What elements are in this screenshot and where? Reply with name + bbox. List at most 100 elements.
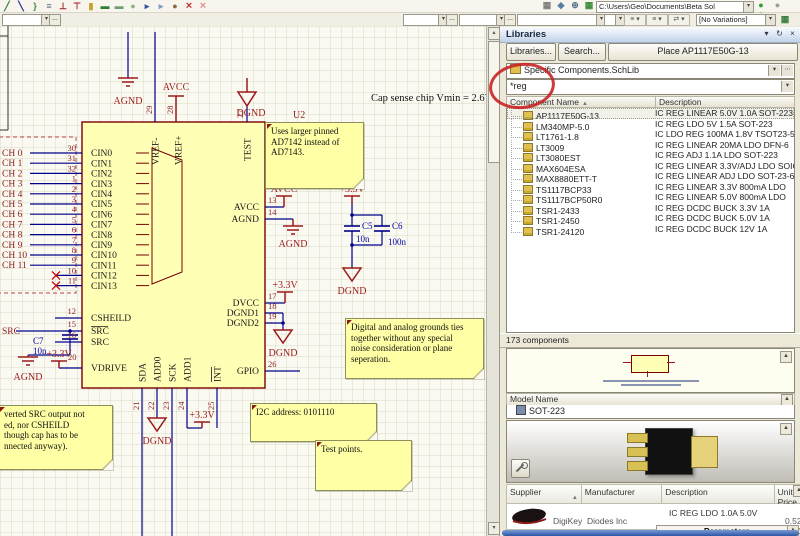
preview-caption-lines xyxy=(603,378,699,388)
component-row[interactable]: TSR1-24120IC REG DCDC BUCK 12V 1A xyxy=(507,224,794,235)
column-header-description[interactable]: Description xyxy=(656,96,795,108)
component-row[interactable]: LT1761-1.8IC LDO REG 100MA 1.8V TSOT23-5 xyxy=(507,129,794,140)
preview-settings-button[interactable] xyxy=(511,459,530,478)
sot223-pin xyxy=(627,433,648,443)
align-menu-button[interactable]: ≡ ▾ xyxy=(624,14,646,26)
pause-icon[interactable]: ● xyxy=(771,0,785,11)
component-row[interactable]: TS1117BCP50R0IC REG LINEAR 5.0V 800mA LD… xyxy=(507,192,794,203)
pin-text: 32 xyxy=(68,163,77,173)
avcc-power-port-right[interactable] xyxy=(276,196,292,207)
no-erc-tool-icon[interactable]: × xyxy=(182,1,196,12)
component-row[interactable]: MAX8880ETT-TIC REG LINEAR ADJ LDO SOT-23… xyxy=(507,171,794,182)
agnd-ground-symbol-top[interactable] xyxy=(118,78,138,86)
component-description: IC REG DCDC BUCK 5.0V 1A xyxy=(655,213,770,224)
harness-connector-tool-icon[interactable]: ● xyxy=(126,1,140,12)
variant-manager-icon[interactable]: ▦ xyxy=(778,14,792,25)
component-list[interactable]: AP1117E50G-13IC REG LINEAR 5.0V 1.0A SOT… xyxy=(506,108,795,333)
agnd-ground-symbol-c7[interactable] xyxy=(18,355,38,365)
column-header-manufacturer[interactable]: Manufacturer xyxy=(582,484,662,504)
component-row[interactable]: MAX604ESAIC REG LINEAR 3.3V/ADJ LDO SOIC… xyxy=(507,161,794,172)
format-combobox-3[interactable]: ▾ xyxy=(459,14,507,26)
footprint-preview[interactable]: ▲ xyxy=(506,420,795,483)
power-port-tool-icon[interactable]: ⊥ xyxy=(56,1,70,12)
wire-tool-icon[interactable]: ╱ xyxy=(0,1,14,12)
column-header-desc[interactable]: Description xyxy=(662,484,774,504)
grid-setup-icon[interactable]: ▦ xyxy=(582,0,596,11)
scroll-up-icon[interactable]: ▲ xyxy=(780,351,792,363)
dgnd-ground-symbol-top[interactable] xyxy=(238,78,256,106)
symbol-preview[interactable]: ▲ xyxy=(506,348,795,393)
more-options-icon[interactable]: ⋯ xyxy=(781,65,793,76)
note-i2c-address[interactable]: I2C address: 0101110 xyxy=(250,403,377,442)
schematic-canvas[interactable]: 30CIN0CH 031CIN1CH 132CIN2CH 21CIN3CH 32… xyxy=(0,26,486,536)
component-row[interactable]: TSR1-2433IC REG DCDC BUCK 3.3V 1A xyxy=(507,203,794,214)
channel-net-label: CH 7 xyxy=(2,220,23,230)
note-test-points[interactable]: Test points. xyxy=(315,440,412,491)
chevron-down-icon[interactable]: ▾ xyxy=(768,65,780,76)
component-row[interactable]: LM340MP-5.0IC REG LDO 5V 1.5A SOT-223 xyxy=(507,119,794,130)
cross-probe-icon[interactable]: ◆ xyxy=(554,0,568,11)
format-combobox-5[interactable]: ▾ xyxy=(604,14,626,26)
format-combobox-1[interactable]: ▾ xyxy=(2,14,52,26)
scroll-up-icon[interactable]: ▲ xyxy=(780,423,792,435)
signal-harness-tool-icon[interactable]: } xyxy=(28,1,42,12)
component-row[interactable]: LT3009IC REG LINEAR 20MA LDO DFN-6 xyxy=(507,140,794,151)
note-grounds[interactable]: Digital and analog grounds ties together… xyxy=(345,318,484,379)
chip-designator[interactable]: U2 xyxy=(293,110,305,121)
libraries-button[interactable]: Libraries... xyxy=(506,43,556,61)
v33-power-port-dvcc[interactable] xyxy=(277,292,293,303)
channel-net-label: CH 4 xyxy=(2,190,23,200)
no-erc-specific-tool-icon[interactable]: × xyxy=(196,1,210,12)
src-net-label[interactable]: SRC xyxy=(2,327,20,337)
sheet-entry-tool-icon[interactable]: ▸ xyxy=(140,1,154,12)
component-row[interactable]: TSR1-2450IC REG DCDC BUCK 5.0V 1A xyxy=(507,213,794,224)
pin-number: 16 xyxy=(68,330,77,340)
device-sheet-tool-icon[interactable]: ▬ xyxy=(112,1,126,12)
note-pin-variant[interactable]: Uses larger pinned AD7142 instead of AD7… xyxy=(265,122,364,189)
panel-menu-icon[interactable]: ▾ xyxy=(760,28,773,40)
scroll-up-icon[interactable]: ▲ xyxy=(793,485,800,497)
component-row[interactable]: AP1117E50G-13IC REG LINEAR 5.0V 1.0A SOT… xyxy=(507,108,794,119)
spacing-menu-button[interactable]: ⇄ ▾ xyxy=(668,14,690,26)
chevron-down-icon[interactable]: ▾ xyxy=(765,15,775,25)
tree-connector xyxy=(511,182,522,191)
mask-icon[interactable]: ⊕ xyxy=(568,0,582,11)
v33-power-port-add1[interactable] xyxy=(194,422,210,428)
browse-button-1[interactable]: ... xyxy=(49,14,61,26)
chevron-down-icon[interactable]: ▾ xyxy=(781,81,793,92)
net-label-tool-icon[interactable]: ≡ xyxy=(42,1,56,12)
format-combobox-4[interactable]: ▾ xyxy=(517,14,607,26)
project-path-combobox[interactable]: C:\Users\Geo\Documents\Beta Sol ▾ xyxy=(596,1,754,13)
cap-value: 10n xyxy=(33,346,47,356)
model-list-item[interactable]: SOT-223 xyxy=(506,405,795,419)
note-src-output[interactable]: verted SRC output not ed, nor CSHEILD th… xyxy=(0,405,113,470)
browse-button-2[interactable]: ... xyxy=(446,14,458,26)
dgnd-ground-symbol-right[interactable] xyxy=(274,330,292,343)
component-row[interactable]: LT3080ESTIC REG ADJ 1.1A LDO SOT-223 xyxy=(507,150,794,161)
column-header-supplier[interactable]: Supplier▲ xyxy=(506,484,582,504)
bus-tool-icon[interactable]: ╲ xyxy=(14,1,28,12)
format-combobox-2[interactable]: ▾ xyxy=(403,14,449,26)
component-row[interactable]: TS1117BCP33IC REG LINEAR 3.3V 800mA LDO xyxy=(507,182,794,193)
harness-entry-tool-icon[interactable]: ▸ xyxy=(154,1,168,12)
variations-combobox[interactable]: [No Variations] ▾ xyxy=(696,14,776,26)
browse-button-3[interactable]: ... xyxy=(504,14,516,26)
place-component-button[interactable]: Place AP1117E50G-13 xyxy=(608,43,798,61)
sheet-symbol-tool-icon[interactable]: ▬ xyxy=(98,1,112,12)
channel-net-label: CH 1 xyxy=(2,159,23,169)
distribute-menu-button[interactable]: ≡ ▾ xyxy=(646,14,668,26)
vcc-power-port-tool-icon[interactable]: ⊤ xyxy=(70,1,84,12)
tree-connector xyxy=(511,140,522,149)
v33-power-port-vdrive[interactable] xyxy=(51,361,67,368)
pin-name: ADD1 xyxy=(184,356,194,382)
directive-tool-icon[interactable]: ● xyxy=(168,1,182,12)
close-icon[interactable]: × xyxy=(786,28,799,40)
agnd-ground-symbol-right[interactable] xyxy=(283,219,303,234)
voltage-annotation[interactable]: Cap sense chip Vmin = 2.6V xyxy=(371,93,486,104)
snippets-icon[interactable]: ▦ xyxy=(540,0,554,11)
search-button[interactable]: Search... xyxy=(558,43,606,61)
refresh-icon[interactable]: ↻ xyxy=(773,28,786,40)
place-part-tool-icon[interactable]: ▮ xyxy=(84,1,98,12)
chevron-down-icon[interactable]: ▾ xyxy=(743,2,753,12)
dgnd-ground-symbol-add0[interactable] xyxy=(148,418,166,431)
